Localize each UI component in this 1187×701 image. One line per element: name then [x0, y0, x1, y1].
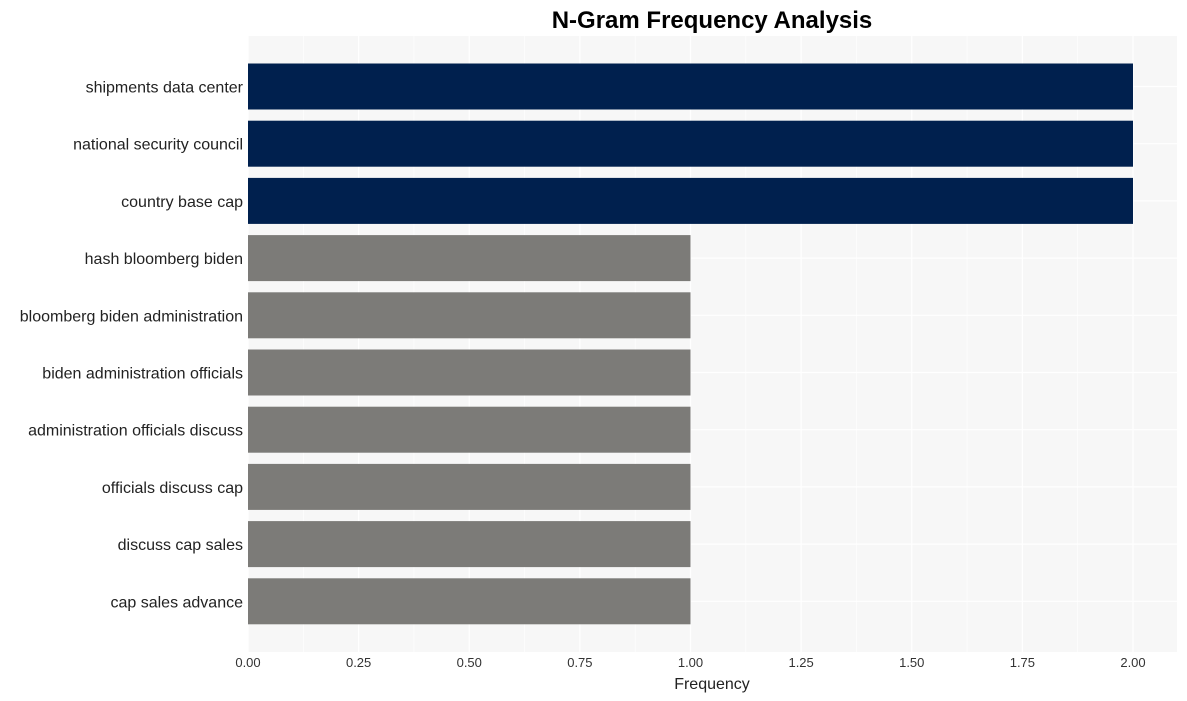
bar: [248, 578, 691, 625]
x-tick-label: 1.00: [678, 655, 703, 670]
y-tick-label: country base cap: [121, 194, 243, 211]
bar: [248, 235, 691, 282]
x-tick-label: 0.75: [567, 655, 592, 670]
x-tick-label: 0.00: [235, 655, 260, 670]
bar: [248, 349, 691, 396]
y-tick-label: bloomberg biden administration: [20, 308, 243, 325]
bar: [248, 120, 1133, 167]
y-tick-label: discuss cap sales: [118, 537, 243, 554]
x-tick-label: 2.00: [1120, 655, 1145, 670]
x-tick-label: 1.75: [1010, 655, 1035, 670]
x-axis-label: Frequency: [674, 676, 750, 693]
x-tick-label: 1.50: [899, 655, 924, 670]
y-tick-label: hash bloomberg biden: [85, 251, 243, 268]
x-tick-label: 0.50: [457, 655, 482, 670]
y-tick-label: officials discuss cap: [102, 480, 243, 497]
y-tick-label: national security council: [73, 137, 243, 154]
x-tick-label: 0.25: [346, 655, 371, 670]
y-tick-label: shipments data center: [86, 80, 244, 97]
y-tick-label: cap sales advance: [110, 594, 243, 611]
y-tick-label: biden administration officials: [42, 366, 243, 383]
x-tick-label: 1.25: [788, 655, 813, 670]
bar: [248, 63, 1133, 110]
y-tick-label: administration officials discuss: [28, 423, 243, 440]
bar: [248, 292, 691, 339]
y-tick-labels: shipments data center national security c…: [20, 80, 244, 612]
chart-title: N-Gram Frequency Analysis: [552, 7, 873, 34]
bar: [248, 521, 691, 568]
bar: [248, 177, 1133, 224]
bar: [248, 406, 691, 453]
x-tick-labels: 0.00 0.25 0.50 0.75 1.00 1.25 1.50 1.75 2.00: [235, 655, 1145, 670]
bar: [248, 463, 691, 510]
ngram-bar-chart: shipments data center national security c…: [20, 7, 1177, 693]
